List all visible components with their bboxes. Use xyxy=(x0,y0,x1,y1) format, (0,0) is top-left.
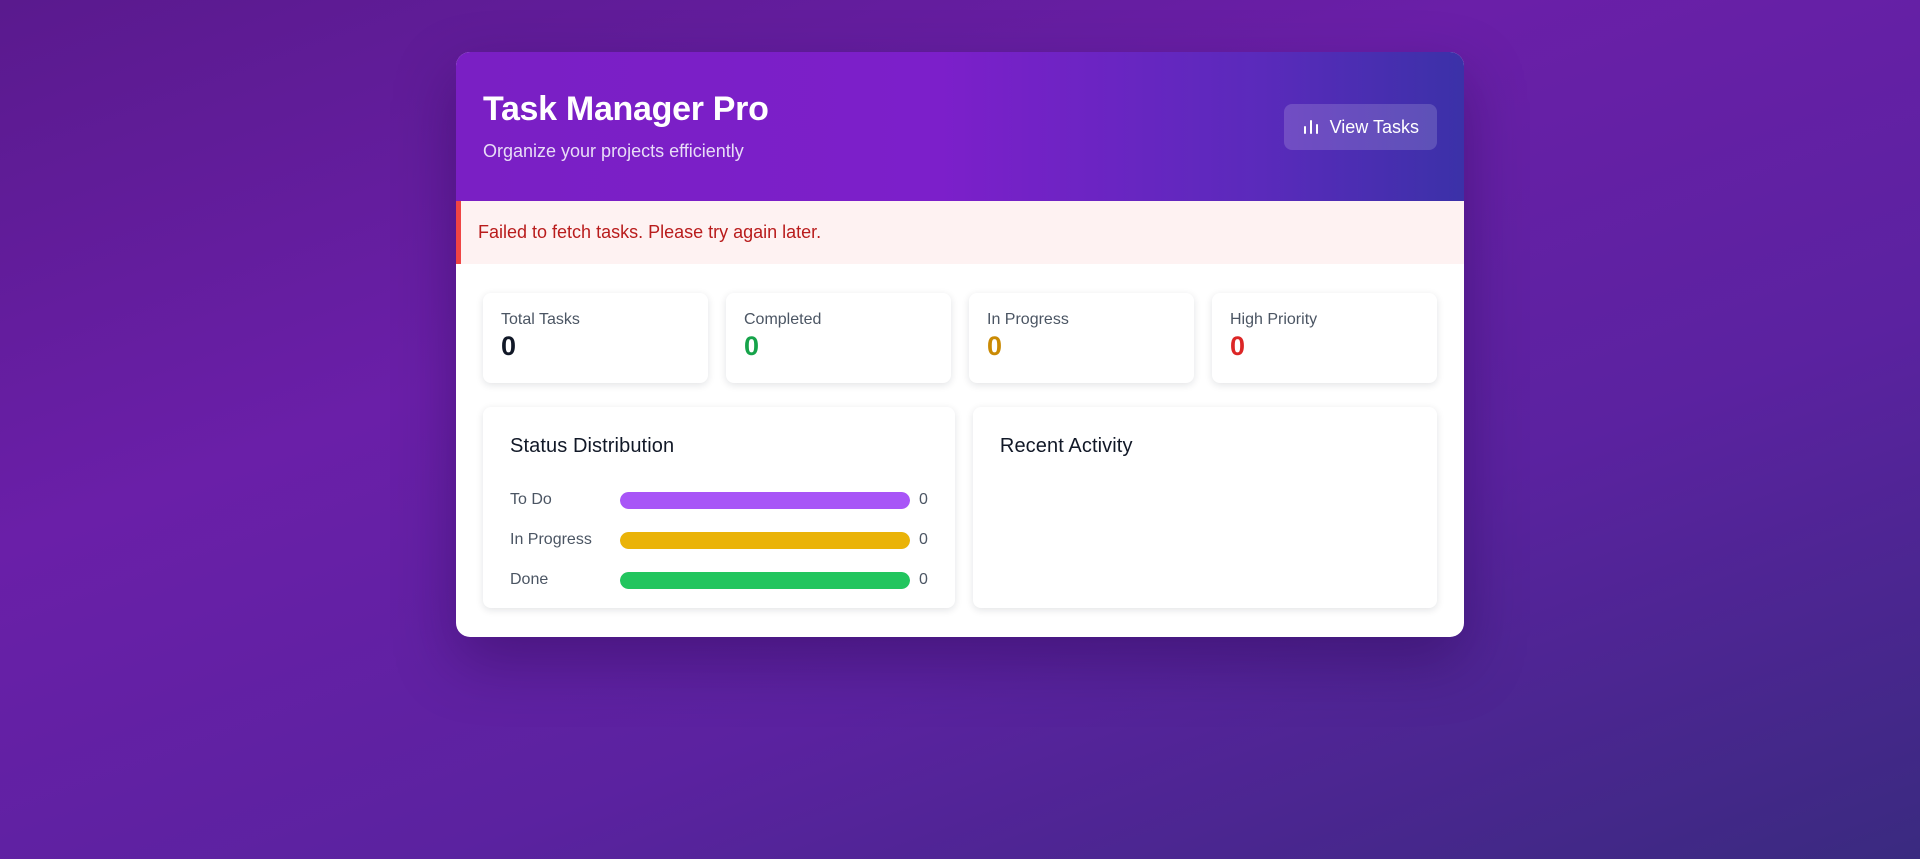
stat-label: High Priority xyxy=(1230,311,1318,328)
status-bar-track xyxy=(620,571,910,589)
app-card: Task Manager Pro Organize your projects … xyxy=(456,52,1464,637)
view-tasks-label: View Tasks xyxy=(1329,116,1419,137)
status-row-in-progress: In Progress 0 xyxy=(510,520,928,560)
stat-value: 0 xyxy=(987,331,1003,361)
stat-label: Total Tasks xyxy=(501,311,580,328)
status-count: 0 xyxy=(919,491,928,508)
page-background: { "header": { "title": "Task Manager Pro… xyxy=(0,0,1920,859)
page-subtitle: Organize your projects efficiently xyxy=(483,141,744,161)
stats-row: Total Tasks 0 Completed 0 In Progress 0 … xyxy=(483,293,1437,383)
stat-label: In Progress xyxy=(987,311,1069,328)
recent-activity-panel: Recent Activity xyxy=(972,407,1437,608)
status-bar-track xyxy=(620,531,910,549)
panels-row: Status Distribution To Do 0 In Progress … xyxy=(483,407,1437,608)
stat-card-in-progress: In Progress 0 xyxy=(969,293,1194,383)
status-bar-fill xyxy=(620,531,910,549)
status-rows: To Do 0 In Progress 0 Done 0 xyxy=(510,480,928,600)
panel-title: Status Distribution xyxy=(510,435,675,457)
bar-chart-icon xyxy=(1302,118,1320,136)
header: Task Manager Pro Organize your projects … xyxy=(456,52,1464,201)
status-distribution-panel: Status Distribution To Do 0 In Progress … xyxy=(483,407,955,608)
stat-value: 0 xyxy=(744,331,760,361)
stat-card-total-tasks: Total Tasks 0 xyxy=(483,293,708,383)
error-message: Failed to fetch tasks. Please try again … xyxy=(478,222,822,242)
status-count: 0 xyxy=(919,531,928,548)
page-title: Task Manager Pro xyxy=(483,90,769,128)
stat-value: 0 xyxy=(1230,331,1246,361)
stat-label: Completed xyxy=(744,311,822,328)
stat-card-completed: Completed 0 xyxy=(726,293,951,383)
view-tasks-button[interactable]: View Tasks xyxy=(1283,104,1437,150)
error-banner: Failed to fetch tasks. Please try again … xyxy=(456,201,1464,264)
status-bar-track xyxy=(620,491,910,509)
status-label: To Do xyxy=(510,491,552,508)
stat-value: 0 xyxy=(501,331,517,361)
stat-card-high-priority: High Priority 0 xyxy=(1212,293,1437,383)
status-label: In Progress xyxy=(510,531,592,548)
status-row-done: Done 0 xyxy=(510,560,928,600)
status-bar-fill xyxy=(620,571,910,589)
status-row-todo: To Do 0 xyxy=(510,480,928,520)
status-bar-fill xyxy=(620,491,910,509)
status-count: 0 xyxy=(919,571,928,588)
panel-title: Recent Activity xyxy=(999,435,1133,457)
status-label: Done xyxy=(510,571,549,588)
